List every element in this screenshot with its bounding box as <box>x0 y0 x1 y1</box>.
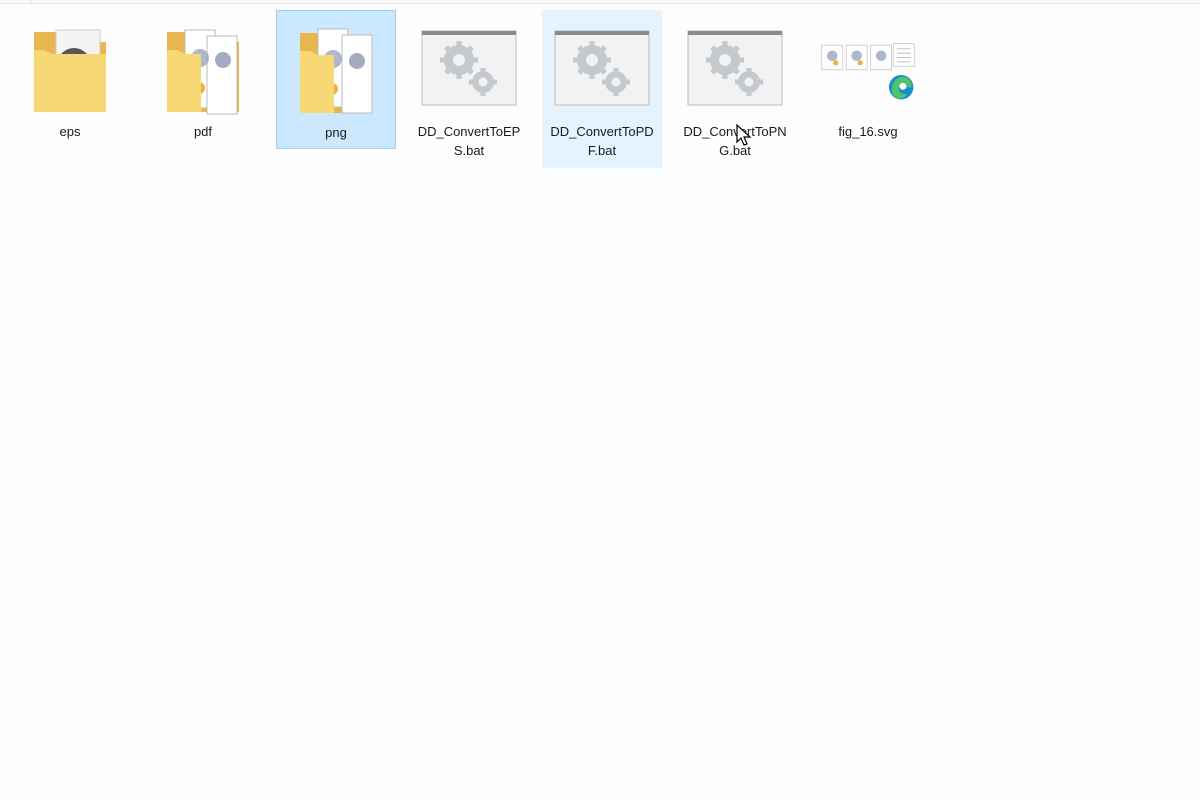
file-name: pdf <box>193 124 213 139</box>
folder-icon <box>155 16 251 120</box>
gears-icon <box>687 16 783 120</box>
svg-thumbnail <box>820 16 916 120</box>
file-item-pdf[interactable]: pdf <box>143 10 263 168</box>
folder-icon <box>22 16 118 120</box>
file-name: DD_ConvertToPNG.bat <box>683 124 787 158</box>
file-item-convert-eps[interactable]: DD_ConvertToEPS.bat <box>409 10 529 168</box>
mouse-cursor-icon <box>736 124 756 148</box>
folder-icon <box>288 17 384 121</box>
column-divider <box>0 0 31 3</box>
file-grid: eps pdf png DD_ConvertToEPS.bat DD_Conve… <box>10 10 928 168</box>
file-name: DD_ConvertToPDF.bat <box>550 124 654 158</box>
file-name: fig_16.svg <box>838 124 898 139</box>
file-item-convert-png[interactable]: DD_ConvertToPNG.bat <box>675 10 795 168</box>
file-item-eps[interactable]: eps <box>10 10 130 168</box>
gears-icon <box>421 16 517 120</box>
window-top-edge <box>0 0 1200 4</box>
file-item-fig16-svg[interactable]: fig_16.svg <box>808 10 928 168</box>
edge-icon <box>888 74 914 100</box>
file-explorer-view: eps pdf png DD_ConvertToEPS.bat DD_Conve… <box>0 0 1200 800</box>
file-name: png <box>325 125 347 140</box>
file-item-png[interactable]: png <box>276 10 396 149</box>
file-item-convert-pdf[interactable]: DD_ConvertToPDF.bat <box>542 10 662 168</box>
file-name: eps <box>59 124 81 139</box>
gears-icon <box>554 16 650 120</box>
file-name: DD_ConvertToEPS.bat <box>417 124 521 158</box>
